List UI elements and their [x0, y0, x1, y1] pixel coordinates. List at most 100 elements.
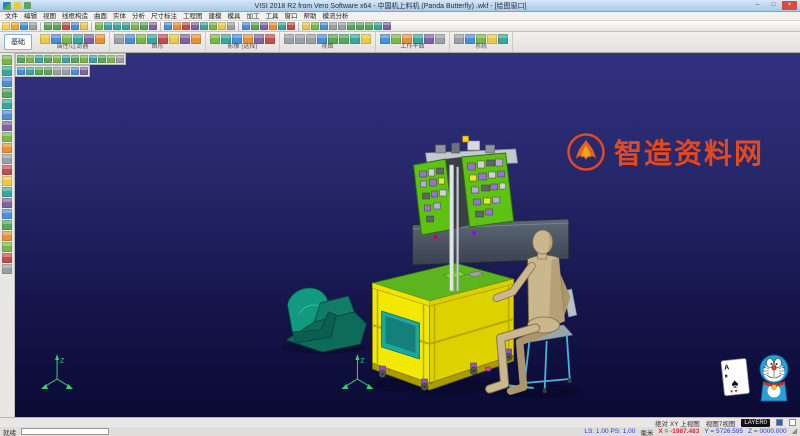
- polyline-icon[interactable]: [140, 22, 148, 30]
- render-icon[interactable]: [383, 22, 391, 30]
- snap-off-icon[interactable]: [116, 55, 124, 63]
- background-icon[interactable]: [180, 34, 190, 44]
- fillet-icon[interactable]: [209, 22, 217, 30]
- ellipse-icon[interactable]: [2, 121, 12, 131]
- material-icon[interactable]: [191, 34, 201, 44]
- select-face-icon[interactable]: [232, 34, 242, 44]
- attribute-edit-icon[interactable]: [40, 34, 50, 44]
- snap-nearest-icon[interactable]: [89, 55, 97, 63]
- shade-toggle-icon[interactable]: [80, 67, 88, 75]
- zoom-fit-icon[interactable]: [339, 34, 349, 44]
- copy-icon[interactable]: [71, 22, 79, 30]
- scale-icon[interactable]: [2, 231, 12, 241]
- zoom-extents-icon[interactable]: [44, 67, 52, 75]
- menu-item-8[interactable]: 尺寸标注: [148, 12, 180, 21]
- select-body-icon[interactable]: [243, 34, 253, 44]
- delete-icon[interactable]: [2, 253, 12, 263]
- view-front-icon[interactable]: [295, 34, 305, 44]
- quick-save-icon[interactable]: [14, 2, 21, 9]
- zoom-fit-icon[interactable]: [365, 22, 373, 30]
- menu-item-4[interactable]: 线框构造: [59, 12, 91, 21]
- circle-icon[interactable]: [122, 22, 130, 30]
- machine-table-model[interactable]: [372, 263, 513, 390]
- move-icon[interactable]: [2, 209, 12, 219]
- previous-view-icon[interactable]: [361, 34, 371, 44]
- array-icon[interactable]: [2, 242, 12, 252]
- minimize-button[interactable]: –: [750, 1, 765, 10]
- shell-icon[interactable]: [227, 22, 235, 30]
- menu-item-5[interactable]: 曲面: [91, 12, 110, 21]
- menu-item-3[interactable]: 视图: [40, 12, 59, 21]
- viewport[interactable]: Z Z: [15, 53, 800, 417]
- sweep-icon[interactable]: [200, 22, 208, 30]
- properties-icon[interactable]: [62, 34, 72, 44]
- point-icon[interactable]: [2, 66, 12, 76]
- scale-icon[interactable]: [269, 22, 277, 30]
- workplane-3points-icon[interactable]: [413, 34, 423, 44]
- settings-icon[interactable]: [454, 34, 464, 44]
- move-icon[interactable]: [242, 22, 250, 30]
- workplane-yz-icon[interactable]: [402, 34, 412, 44]
- active-workplane[interactable]: 绝对 XY 上视图: [655, 418, 700, 428]
- text-icon[interactable]: [2, 154, 12, 164]
- chamfer-icon[interactable]: [218, 22, 226, 30]
- redo-icon[interactable]: [53, 22, 61, 30]
- workplane-xz-icon[interactable]: [391, 34, 401, 44]
- revolve-icon[interactable]: [191, 22, 199, 30]
- print-icon[interactable]: [29, 22, 37, 30]
- rotate-icon[interactable]: [2, 220, 12, 230]
- rectangle-icon[interactable]: [131, 22, 139, 30]
- view-isometric-icon[interactable]: [317, 34, 327, 44]
- view-top-shortcut-icon[interactable]: [62, 67, 70, 75]
- menu-item-7[interactable]: 分析: [129, 12, 148, 21]
- viewport-3d-scene[interactable]: Z Z: [15, 53, 800, 417]
- zoom-dynamic-icon[interactable]: [35, 67, 43, 75]
- select-icon[interactable]: [2, 55, 12, 65]
- arc-icon[interactable]: [2, 99, 12, 109]
- solid-icon[interactable]: [173, 22, 181, 30]
- view-top-icon[interactable]: [284, 34, 294, 44]
- pan-view-icon[interactable]: [26, 67, 34, 75]
- menu-item-2[interactable]: 编辑: [21, 12, 40, 21]
- snap-perpendicular-icon[interactable]: [71, 55, 79, 63]
- cut-icon[interactable]: [62, 22, 70, 30]
- units-icon[interactable]: [487, 34, 497, 44]
- active-view[interactable]: 视图7视图: [706, 418, 736, 428]
- help-icon[interactable]: [498, 34, 508, 44]
- wireframe-icon[interactable]: [114, 34, 124, 44]
- menu-item-1[interactable]: 文件: [2, 12, 21, 21]
- undo-icon[interactable]: [2, 264, 12, 274]
- resize-grip[interactable]: ◢: [792, 427, 797, 436]
- undo-icon[interactable]: [44, 22, 52, 30]
- trim-icon[interactable]: [2, 165, 12, 175]
- extend-icon[interactable]: [2, 176, 12, 186]
- menu-item-14[interactable]: 窗口: [282, 12, 301, 21]
- edges-icon[interactable]: [158, 34, 168, 44]
- command-input[interactable]: [21, 428, 109, 435]
- layer-filter-icon[interactable]: [84, 34, 94, 44]
- rectangle-icon[interactable]: [2, 132, 12, 142]
- zoom-out-icon[interactable]: [356, 22, 364, 30]
- dimension-icon[interactable]: [311, 22, 319, 30]
- maximize-button[interactable]: □: [766, 1, 781, 10]
- array-icon[interactable]: [278, 22, 286, 30]
- rotate-view-icon[interactable]: [350, 34, 360, 44]
- snap-tangent-icon[interactable]: [62, 55, 70, 63]
- menu-item-11[interactable]: 模具: [225, 12, 244, 21]
- point-icon[interactable]: [95, 22, 103, 30]
- snap-quadrant-icon[interactable]: [53, 55, 61, 63]
- save-icon[interactable]: [20, 22, 28, 30]
- pan-icon[interactable]: [374, 22, 382, 30]
- delete-icon[interactable]: [287, 22, 295, 30]
- snap-settings-icon[interactable]: [476, 34, 486, 44]
- hidden-line-icon[interactable]: [136, 34, 146, 44]
- workplane-reset-icon[interactable]: [435, 34, 445, 44]
- color-swatch-blue[interactable]: [776, 419, 783, 426]
- menu-item-12[interactable]: 加工: [244, 12, 263, 21]
- measure-icon[interactable]: [302, 22, 310, 30]
- ribbon-tab-basic[interactable]: 基础: [4, 34, 32, 50]
- snap-grid-icon[interactable]: [98, 55, 106, 63]
- menu-item-9[interactable]: 工程图: [180, 12, 206, 21]
- surface-icon[interactable]: [164, 22, 172, 30]
- match-properties-icon[interactable]: [73, 34, 83, 44]
